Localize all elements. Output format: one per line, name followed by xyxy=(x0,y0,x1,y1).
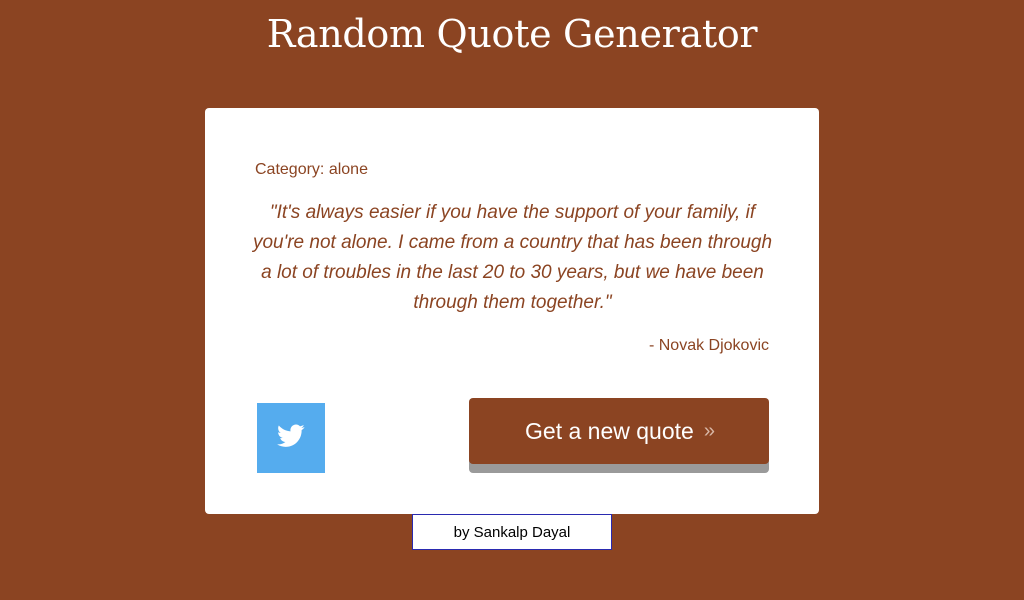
twitter-bird-icon xyxy=(277,423,305,453)
quote-author: - Novak Djokovic xyxy=(648,337,769,354)
page-title: Random Quote Generator xyxy=(266,12,758,56)
quote-card: Category: alone "It's always easier if y… xyxy=(205,108,819,514)
double-chevron-right-icon: » xyxy=(703,419,715,442)
tweet-button[interactable] xyxy=(257,403,325,473)
author-credit: by Sankalp Dayal xyxy=(412,514,612,550)
new-quote-button[interactable]: Get a new quote » xyxy=(469,398,769,464)
quote-category: Category: alone xyxy=(255,161,368,178)
quote-text: "It's always easier if you have the supp… xyxy=(252,202,773,313)
new-quote-button-label: Get a new quote xyxy=(525,417,694,444)
